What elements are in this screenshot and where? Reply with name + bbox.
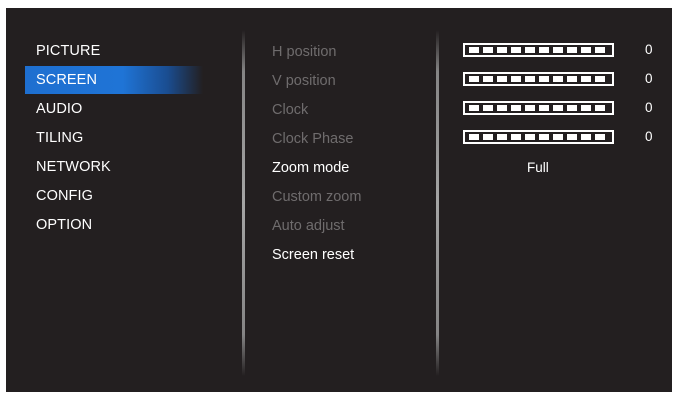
slider-segment — [581, 76, 591, 82]
slider-segment — [511, 134, 521, 140]
column-divider — [436, 30, 439, 376]
value-column: 0 0 0 0 Full — [463, 41, 663, 186]
main-menu: PICTURE SCREEN AUDIO TILING NETWORK CONF… — [25, 39, 203, 242]
column-divider — [242, 30, 245, 376]
slider-segment — [469, 47, 479, 53]
slider-segment — [483, 76, 493, 82]
slider-segment — [483, 47, 493, 53]
slider-segment — [553, 134, 563, 140]
submenu-h-position: H position — [272, 44, 337, 60]
slider-segment — [553, 105, 563, 111]
slider-segment — [511, 105, 521, 111]
slider-segment — [581, 105, 591, 111]
slider-segment — [497, 105, 507, 111]
slider-segment — [483, 134, 493, 140]
slider-segment — [567, 47, 577, 53]
submenu-custom-zoom: Custom zoom — [272, 189, 362, 205]
submenu-screen-reset[interactable]: Screen reset — [272, 244, 432, 273]
clock-value: 0 — [645, 100, 653, 115]
clock-phase-slider[interactable] — [463, 130, 614, 144]
submenu-zoom-mode[interactable]: Zoom mode — [272, 157, 432, 186]
submenu-auto-adjust: Auto adjust — [272, 218, 345, 234]
slider-segment — [483, 105, 493, 111]
slider-segment — [595, 76, 605, 82]
slider-segment — [581, 134, 591, 140]
submenu-v-position: V position — [272, 73, 336, 89]
slider-segment — [595, 134, 605, 140]
slider-segment — [539, 76, 549, 82]
menu-item-tiling[interactable]: TILING — [25, 126, 203, 155]
slider-segment — [525, 105, 535, 111]
clock-row: 0 — [463, 99, 663, 128]
slider-segment — [511, 47, 521, 53]
slider-segment — [595, 105, 605, 111]
v-position-value: 0 — [645, 71, 653, 86]
slider-segment — [567, 105, 577, 111]
menu-item-config[interactable]: CONFIG — [25, 184, 203, 213]
slider-segment — [567, 76, 577, 82]
menu-item-option[interactable]: OPTION — [25, 213, 203, 242]
slider-segment — [469, 76, 479, 82]
slider-segment — [539, 47, 549, 53]
h-position-value: 0 — [645, 42, 653, 57]
clock-slider[interactable] — [463, 101, 614, 115]
menu-item-screen[interactable]: SCREEN — [25, 66, 203, 94]
slider-segment — [497, 76, 507, 82]
slider-segment — [581, 47, 591, 53]
slider-segment — [595, 47, 605, 53]
menu-item-audio[interactable]: AUDIO — [25, 97, 203, 126]
clock-phase-row: 0 — [463, 128, 663, 157]
slider-segment — [469, 134, 479, 140]
osd-menu: PICTURE SCREEN AUDIO TILING NETWORK CONF… — [6, 8, 672, 392]
slider-segment — [567, 134, 577, 140]
submenu-clock: Clock — [272, 102, 309, 118]
slider-segment — [497, 134, 507, 140]
slider-segment — [539, 105, 549, 111]
zoom-mode-value[interactable]: Full — [527, 159, 549, 177]
clock-phase-value: 0 — [645, 129, 653, 144]
slider-segment — [539, 134, 549, 140]
screen-submenu: H position V position Clock Clock Phase … — [272, 41, 432, 273]
slider-segment — [553, 47, 563, 53]
menu-item-picture[interactable]: PICTURE — [25, 39, 203, 68]
slider-segment — [525, 47, 535, 53]
slider-segment — [497, 47, 507, 53]
slider-segment — [511, 76, 521, 82]
menu-item-network[interactable]: NETWORK — [25, 155, 203, 184]
slider-segment — [469, 105, 479, 111]
zoom-mode-row: Full — [463, 157, 663, 186]
v-position-row: 0 — [463, 70, 663, 99]
v-position-slider[interactable] — [463, 72, 614, 86]
slider-segment — [525, 134, 535, 140]
slider-segment — [553, 76, 563, 82]
h-position-row: 0 — [463, 41, 663, 70]
submenu-clock-phase: Clock Phase — [272, 131, 354, 147]
h-position-slider[interactable] — [463, 43, 614, 57]
slider-segment — [525, 76, 535, 82]
